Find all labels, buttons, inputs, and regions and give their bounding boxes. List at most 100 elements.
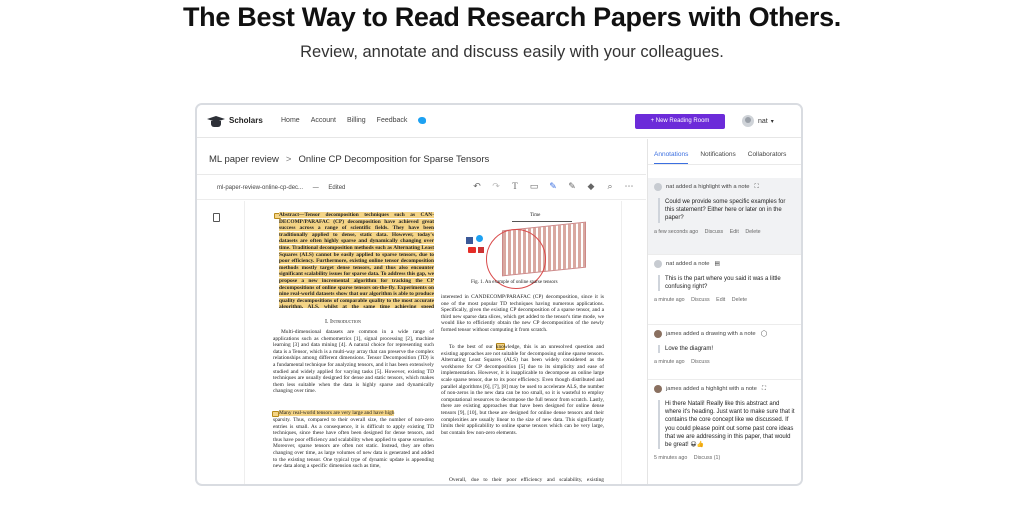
note-icon: ▤ bbox=[714, 261, 721, 267]
graduation-cap-icon bbox=[207, 113, 225, 128]
annotation-card[interactable]: nat added a note ▤ This is the part wher… bbox=[648, 255, 801, 325]
file-name[interactable]: ml-paper-review-online-cp-dec... bbox=[217, 185, 303, 191]
logo[interactable]: Scholars bbox=[207, 113, 263, 128]
annotation-time: a few seconds ago bbox=[654, 228, 699, 235]
section-heading: I. Introduction bbox=[325, 319, 361, 325]
hero-title: The Best Way to Read Research Papers wit… bbox=[182, 2, 841, 32]
nav-billing[interactable]: Billing bbox=[347, 117, 366, 124]
youtube-icon bbox=[468, 247, 476, 253]
avatar bbox=[742, 115, 754, 127]
annotation-footer: a minute ago Discuss Edit Delete bbox=[654, 297, 796, 303]
annotation-text: Hi there Natali! Really like this abstra… bbox=[658, 400, 796, 450]
avatar bbox=[654, 330, 662, 338]
annotation-text: Love the diagram! bbox=[658, 345, 796, 354]
paper-page[interactable]: Abstract—Tensor decomposition techniques… bbox=[244, 201, 622, 484]
nav-home[interactable]: Home bbox=[281, 117, 300, 124]
undo-icon[interactable]: ↶ bbox=[472, 181, 482, 192]
annotation-author: james added a highlight with a note bbox=[666, 386, 757, 392]
annotation-footer: a minute ago Discuss bbox=[654, 359, 796, 365]
figure-time-label: Time bbox=[530, 213, 541, 218]
twitter-icon[interactable] bbox=[418, 117, 427, 124]
delete-link[interactable]: Delete bbox=[732, 297, 747, 303]
annotation-footer: a few seconds ago Discuss Edit Delete bbox=[654, 229, 796, 235]
nav-feedback[interactable]: Feedback bbox=[377, 117, 408, 124]
figure: Time bbox=[450, 209, 600, 289]
intro-left-column-2: sparsity. Thus, compared to their overal… bbox=[273, 417, 434, 470]
annotation-header: nat added a note ▤ bbox=[654, 260, 796, 268]
discuss-link[interactable]: Discuss (1) bbox=[694, 455, 721, 461]
new-reading-room-button[interactable]: + New Reading Room bbox=[635, 114, 725, 129]
chevron-down-icon: ▾ bbox=[770, 118, 774, 125]
annotation-time: 5 minutes ago bbox=[654, 455, 688, 462]
tab-annotations[interactable]: Annotations bbox=[654, 151, 689, 164]
app-screenshot-frame: Scholars Home Account Billing Feedback +… bbox=[195, 103, 803, 486]
avatar bbox=[654, 260, 662, 268]
text-tool-icon[interactable]: T bbox=[510, 181, 520, 192]
figure-caption: Fig. 1. An example of online sparse tens… bbox=[471, 280, 558, 285]
annotation-card[interactable]: nat added a highlight with a note ⛶ Coul… bbox=[648, 178, 801, 255]
annotation-text: Could we provide some specific examples … bbox=[658, 198, 796, 223]
drawing-icon: ◯ bbox=[760, 331, 768, 337]
discuss-link[interactable]: Discuss bbox=[691, 359, 710, 365]
image-icon bbox=[478, 247, 484, 253]
edit-link[interactable]: Edit bbox=[716, 297, 725, 303]
search-icon[interactable]: ⌕ bbox=[605, 181, 615, 192]
avatar bbox=[654, 183, 662, 191]
discuss-link[interactable]: Discuss bbox=[705, 229, 724, 235]
intro-left-column: Multi-dimensional datasets are common in… bbox=[273, 329, 434, 395]
delete-link[interactable]: Delete bbox=[745, 229, 760, 235]
annotation-author: nat added a highlight with a note bbox=[666, 184, 750, 190]
redo-icon[interactable]: ↷ bbox=[491, 181, 501, 192]
nav-account[interactable]: Account bbox=[311, 117, 336, 124]
annotation-text: This is the part where you said it was a… bbox=[658, 275, 796, 292]
annotation-author: nat added a note bbox=[666, 261, 710, 267]
breadcrumb-separator: > bbox=[285, 154, 292, 165]
expand-icon[interactable]: ⛶ bbox=[754, 184, 758, 191]
annotation-card[interactable]: james added a highlight with a note ⛶ Hi… bbox=[648, 380, 801, 484]
annotations-panel: Annotations Notifications Collaborators … bbox=[647, 139, 801, 484]
avatar bbox=[654, 385, 662, 393]
breadcrumb-bar: ML paper review > Online CP Decompositio… bbox=[197, 139, 646, 175]
annotation-author: james added a drawing with a note bbox=[666, 331, 756, 337]
annotation-card[interactable]: james added a drawing with a note ◯ Love… bbox=[648, 325, 801, 380]
comment-icon[interactable]: ▭ bbox=[529, 181, 539, 192]
annotation-footer: 5 minutes ago Discuss (1) bbox=[654, 455, 796, 461]
left-rail bbox=[197, 201, 237, 484]
discuss-link[interactable]: Discuss bbox=[691, 297, 710, 303]
twitter-logo-icon bbox=[476, 235, 483, 242]
document-name: ml-paper-review-online-cp-dec... — Edite… bbox=[217, 185, 345, 191]
breadcrumb: ML paper review > Online CP Decompositio… bbox=[209, 154, 489, 165]
intro-right-column-2: To the best of our knowledge, this is an… bbox=[441, 344, 604, 436]
more-icon[interactable]: ⋯ bbox=[624, 181, 634, 192]
brand-name: Scholars bbox=[229, 116, 263, 125]
main-nav: Home Account Billing Feedback bbox=[281, 117, 437, 124]
facebook-icon bbox=[466, 237, 473, 244]
user-name: nat bbox=[758, 117, 768, 125]
annotation-header: james added a highlight with a note ⛶ bbox=[654, 385, 796, 393]
annotation-header: nat added a highlight with a note ⛶ bbox=[654, 183, 796, 191]
user-menu[interactable]: nat ▾ bbox=[742, 115, 774, 127]
panel-tabs: Annotations Notifications Collaborators bbox=[648, 139, 801, 165]
pen-icon[interactable]: ✎ bbox=[567, 181, 577, 192]
eraser-icon[interactable]: ◆ bbox=[586, 181, 596, 192]
expand-icon[interactable]: ⛶ bbox=[762, 386, 766, 393]
highlighter-icon[interactable]: ✎ bbox=[548, 181, 558, 192]
app-topbar: Scholars Home Account Billing Feedback +… bbox=[197, 105, 801, 138]
edit-link[interactable]: Edit bbox=[730, 229, 739, 235]
annotation-header: james added a drawing with a note ◯ bbox=[654, 330, 796, 338]
tab-notifications[interactable]: Notifications bbox=[700, 151, 735, 164]
breadcrumb-folder[interactable]: ML paper review bbox=[209, 154, 279, 165]
intro-highlight: Many real-world tensors are very large a… bbox=[279, 410, 395, 416]
intro-right-column-3: Overall, due to their poor efficiency an… bbox=[441, 477, 604, 484]
hero-subtitle: Review, annotate and discuss easily with… bbox=[300, 43, 724, 61]
breadcrumb-document: Online CP Decomposition for Sparse Tenso… bbox=[298, 154, 490, 165]
annotation-time: a minute ago bbox=[654, 297, 685, 304]
annotation-tools: ↶ ↷ T ▭ ✎ ✎ ◆ ⌕ ⋯ bbox=[472, 181, 634, 192]
paper-abstract: Abstract—Tensor decomposition techniques… bbox=[279, 212, 434, 308]
document-toolbar: ml-paper-review-online-cp-dec... — Edite… bbox=[197, 176, 646, 200]
edit-separator: — bbox=[312, 185, 319, 191]
edit-status: Edited bbox=[328, 185, 346, 191]
tab-collaborators[interactable]: Collaborators bbox=[748, 151, 787, 164]
pages-icon[interactable] bbox=[213, 213, 220, 222]
intro-right-column: interested in CANDECOMP/PARAFAC (CP) dec… bbox=[441, 294, 604, 333]
